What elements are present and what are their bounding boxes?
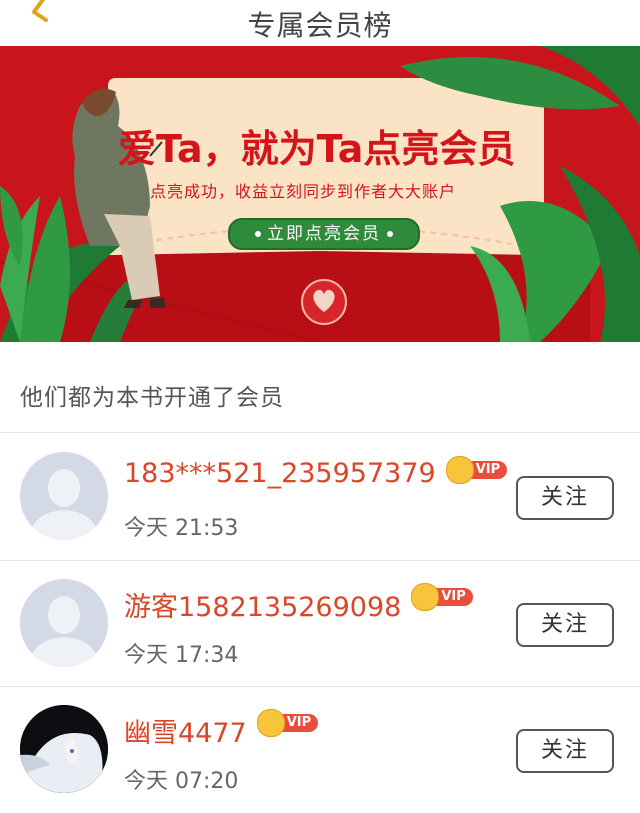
member-time: 今天 21:53 xyxy=(124,516,239,541)
avatar[interactable] xyxy=(20,705,108,793)
cta-label: 立即点亮会员 xyxy=(267,224,381,244)
crown-icon xyxy=(256,709,285,737)
avatar[interactable] xyxy=(20,452,108,540)
section-title: 他们都为本书开通了会员 xyxy=(20,385,284,411)
follow-button[interactable]: 关注 xyxy=(516,476,614,520)
header-bar: 专属会员榜 xyxy=(0,0,640,46)
crown-icon xyxy=(411,583,440,611)
crown-icon xyxy=(445,456,474,484)
banner-subtitle: 点亮成功，收益立刻同步到作者大大账户 xyxy=(150,182,457,201)
promo-banner[interactable]: 爱Ta，就为Ta点亮会员 点亮成功，收益立刻同步到作者大大账户 立即点亮会员 xyxy=(0,46,640,342)
vip-badge: VIP xyxy=(256,709,319,737)
member-row[interactable]: 幽雪4477 VIP 今天 07:20 关注 xyxy=(0,687,640,813)
vip-badge: VIP xyxy=(411,583,473,611)
member-name[interactable]: 幽雪4477 VIP xyxy=(124,709,319,750)
divider xyxy=(0,432,640,433)
avatar[interactable] xyxy=(20,579,108,667)
default-avatar-icon xyxy=(20,452,108,540)
member-name[interactable]: 游客1582135269098 VIP xyxy=(124,583,473,624)
follow-button[interactable]: 关注 xyxy=(516,729,614,773)
dot-icon xyxy=(255,231,261,237)
banner-headline: 爱Ta，就为Ta点亮会员 xyxy=(118,127,516,171)
member-time: 今天 07:20 xyxy=(124,769,239,794)
member-row[interactable]: 游客1582135269098 VIP 今天 17:34 关注 xyxy=(0,561,640,687)
light-up-membership-button[interactable]: 立即点亮会员 xyxy=(228,218,420,250)
member-row[interactable]: 183***521_235957379 VIP 今天 21:53 关注 xyxy=(0,434,640,560)
member-name[interactable]: 183***521_235957379 VIP xyxy=(124,456,508,489)
default-avatar-icon xyxy=(20,579,108,667)
follow-button[interactable]: 关注 xyxy=(516,603,614,647)
vip-badge: VIP xyxy=(445,456,508,484)
member-time: 今天 17:34 xyxy=(124,643,239,668)
anime-avatar-icon xyxy=(20,705,108,793)
dot-icon xyxy=(387,231,393,237)
page-title: 专属会员榜 xyxy=(247,9,393,42)
